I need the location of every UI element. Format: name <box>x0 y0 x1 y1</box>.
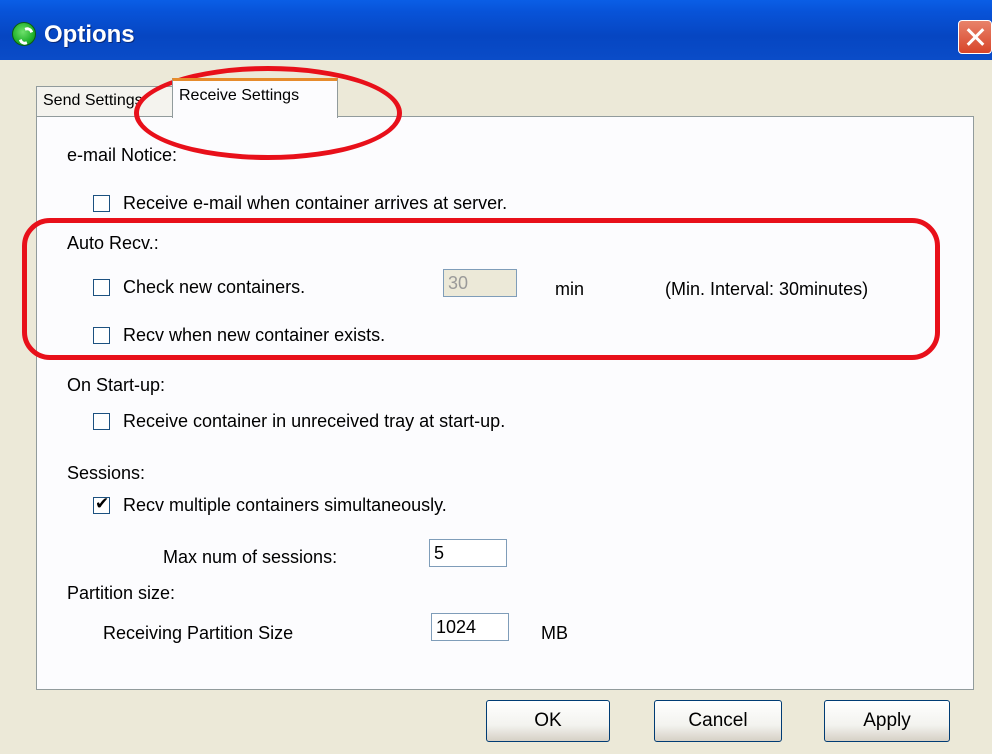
partition-heading: Partition size: <box>67 583 176 603</box>
recv-multiple-label[interactable]: Recv multiple containers simultaneously. <box>123 495 447 516</box>
check-interval-input[interactable]: 30 <box>443 269 517 297</box>
max-sessions-label: Max num of sessions: <box>163 547 338 567</box>
receive-unreceived-label[interactable]: Receive container in unreceived tray at … <box>123 411 505 432</box>
close-button[interactable] <box>958 20 992 54</box>
recv-multiple-checkbox[interactable] <box>93 494 110 514</box>
recv-when-exists-label[interactable]: Recv when new container exists. <box>123 325 385 346</box>
startup-heading: On Start-up: <box>67 375 166 395</box>
email-notice-heading: e-mail Notice: <box>67 145 178 165</box>
window-title: Options <box>44 21 135 48</box>
partition-unit: MB <box>541 623 568 643</box>
tab-receive-settings[interactable]: Receive Settings <box>172 78 338 118</box>
receive-email-label[interactable]: Receive e-mail when container arrives at… <box>123 193 507 214</box>
receive-unreceived-checkbox[interactable] <box>93 413 110 430</box>
ok-button[interactable]: OK <box>486 700 610 742</box>
check-new-containers-label[interactable]: Check new containers. <box>123 277 305 298</box>
title-bar: Options <box>0 0 992 60</box>
sessions-heading: Sessions: <box>67 463 146 483</box>
cancel-button[interactable]: Cancel <box>654 700 782 742</box>
max-sessions-input[interactable]: 5 <box>429 539 507 567</box>
partition-size-input[interactable]: 1024 <box>431 613 509 641</box>
partition-size-label: Receiving Partition Size <box>103 623 294 643</box>
receive-settings-panel: e-mail Notice: Receive e-mail when conta… <box>36 116 974 690</box>
recv-when-exists-checkbox[interactable] <box>93 327 110 344</box>
tab-send-settings[interactable]: Send Settings <box>36 86 174 116</box>
app-logo-icon <box>12 22 36 46</box>
auto-recv-heading: Auto Recv.: <box>67 233 159 253</box>
check-new-containers-checkbox[interactable] <box>93 279 110 296</box>
interval-note: (Min. Interval: 30minutes) <box>665 279 869 299</box>
receive-email-checkbox[interactable] <box>93 195 110 212</box>
apply-button[interactable]: Apply <box>824 700 950 742</box>
interval-unit: min <box>555 279 585 299</box>
